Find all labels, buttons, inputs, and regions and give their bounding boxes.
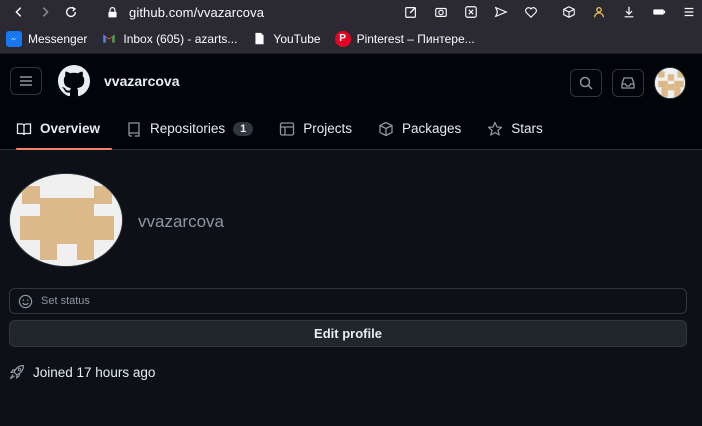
- tab-repositories[interactable]: Repositories 1: [114, 108, 265, 149]
- set-status-label: Set status: [41, 295, 90, 307]
- url-bar[interactable]: github.com/vvazarcova: [106, 5, 264, 20]
- reload-button[interactable]: [58, 2, 84, 22]
- extensions-button[interactable]: [556, 2, 582, 22]
- bookmark-youtube[interactable]: YouTube: [251, 31, 321, 47]
- download-icon: [624, 6, 634, 18]
- tab-label: Packages: [402, 121, 462, 136]
- github-logo-icon[interactable]: [58, 65, 90, 97]
- tab-stars[interactable]: Stars: [475, 108, 555, 149]
- set-status-button[interactable]: Set status: [9, 288, 687, 314]
- favorite-button[interactable]: [518, 2, 544, 22]
- identicon: [10, 174, 122, 266]
- menu-icon: [684, 7, 694, 17]
- github-header: vvazarcova: [0, 54, 702, 108]
- search-icon: [579, 76, 593, 90]
- tab-label: Overview: [40, 121, 101, 136]
- close-tab-button[interactable]: [458, 2, 484, 22]
- repositories-count-badge: 1: [233, 121, 254, 136]
- bookmark-messenger[interactable]: Messenger: [6, 30, 88, 47]
- forward-button[interactable]: [32, 2, 58, 22]
- joined-info: Joined 17 hours ago: [9, 364, 155, 380]
- menu-icon: [20, 76, 32, 86]
- close-circle-icon: [465, 6, 477, 18]
- package-icon: [379, 121, 393, 136]
- tab-label: Stars: [511, 121, 543, 136]
- rocket-icon: [9, 364, 25, 380]
- edit-page-button[interactable]: [398, 2, 424, 22]
- tab-packages[interactable]: Packages: [366, 108, 473, 149]
- send-button[interactable]: [488, 2, 514, 22]
- header-username[interactable]: vvazarcova: [104, 73, 180, 89]
- chevron-left-icon: [15, 7, 22, 17]
- inbox-button[interactable]: [612, 69, 644, 97]
- bookmarks-bar: Messenger Inbox (605) - azarts... YouTub…: [0, 24, 702, 54]
- battery-indicator: [646, 2, 672, 22]
- lock-icon: [108, 6, 117, 17]
- cube-icon: [563, 6, 575, 18]
- repo-icon: [128, 121, 140, 137]
- pencil-square-icon: [405, 7, 416, 18]
- identicon: [655, 68, 685, 98]
- search-button[interactable]: [570, 69, 602, 97]
- user-avatar[interactable]: [654, 67, 686, 99]
- account-button[interactable]: [586, 2, 612, 22]
- browser-toolbar: github.com/vvazarcova: [0, 0, 702, 24]
- tab-projects[interactable]: Projects: [267, 108, 364, 149]
- screenshot-button[interactable]: [428, 2, 454, 22]
- edit-profile-button[interactable]: Edit profile: [9, 320, 687, 347]
- menu-button[interactable]: [676, 2, 702, 22]
- pinterest-icon: P: [334, 30, 351, 47]
- profile-avatar[interactable]: [9, 173, 123, 267]
- chevron-right-icon: [42, 7, 49, 17]
- joined-text: Joined 17 hours ago: [33, 364, 156, 380]
- messenger-icon: [6, 30, 22, 47]
- back-button[interactable]: [6, 2, 32, 22]
- tab-label: Repositories: [150, 121, 226, 136]
- gmail-icon: [101, 31, 117, 47]
- downloads-button[interactable]: [616, 2, 642, 22]
- bookmark-gmail[interactable]: Inbox (605) - azarts...: [101, 31, 237, 47]
- bookmark-label: Pinterest – Пинтере...: [356, 31, 475, 46]
- user-icon: [594, 7, 604, 18]
- bookmark-label: Inbox (605) - azarts...: [123, 31, 238, 46]
- heart-icon: [525, 7, 537, 19]
- profile-login: vvazarcova: [138, 212, 224, 231]
- url-text: github.com/vvazarcova: [129, 4, 265, 20]
- bookmark-label: YouTube: [273, 31, 321, 46]
- tab-overview[interactable]: Overview: [16, 108, 113, 150]
- battery-icon: [653, 9, 666, 15]
- table-icon: [280, 121, 295, 136]
- bookmark-label: Messenger: [28, 31, 88, 46]
- book-icon: [16, 122, 32, 135]
- smiley-icon: [18, 294, 33, 308]
- tab-label: Projects: [303, 121, 352, 136]
- inbox-icon: [621, 77, 635, 89]
- profile-tabs: Overview Repositories 1 Projects Package…: [0, 108, 702, 150]
- send-icon: [494, 6, 508, 18]
- reload-icon: [65, 6, 77, 18]
- star-icon: [488, 121, 503, 136]
- camera-icon: [435, 7, 447, 17]
- page-icon: [251, 31, 267, 47]
- hamburger-menu-button[interactable]: [10, 67, 42, 95]
- bookmark-pinterest[interactable]: P Pinterest – Пинтере...: [334, 30, 475, 47]
